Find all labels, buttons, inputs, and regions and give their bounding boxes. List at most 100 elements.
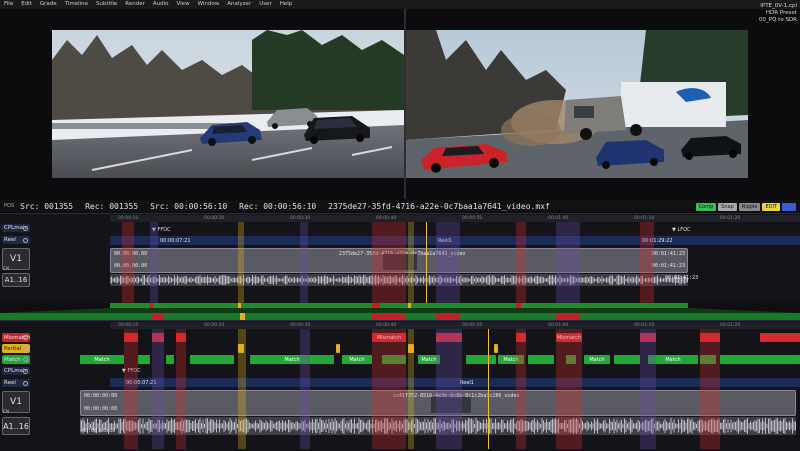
status-segment[interactable]: Match	[80, 355, 124, 364]
status-segment[interactable]	[720, 355, 800, 364]
match-toggle-icon[interactable]	[23, 357, 28, 362]
language-tag: EN	[3, 267, 10, 272]
menu-help[interactable]: Help	[276, 0, 297, 9]
status-overlay	[516, 222, 526, 304]
status-overlay	[124, 329, 138, 449]
menu-user[interactable]: User	[255, 0, 276, 9]
track-label-reel[interactable]: Reel	[2, 236, 30, 244]
status-overlay	[300, 329, 310, 449]
record-clip-tc-start-2: 00:00:00:00	[84, 406, 118, 412]
status-overlay	[516, 329, 526, 449]
status-segment[interactable]	[494, 344, 498, 353]
blue-mode-button[interactable]	[782, 203, 796, 211]
reel-rec-toggle-icon[interactable]	[23, 380, 28, 386]
lfoc-marker[interactable]: ▼ LFOC	[672, 227, 691, 233]
source-timeline[interactable]: 00:00:10 00:00:20 00:00:30 00:00:40 00:00:50…	[0, 213, 800, 304]
timecode-info-bar: POS Src: 001355 Rec: 001355 Src: 00:00:5…	[0, 200, 800, 212]
edit-button[interactable]: EDIT	[762, 203, 780, 211]
track-label-reel-rec[interactable]: Reel	[2, 379, 30, 387]
status-segment[interactable]: Match	[584, 355, 610, 364]
record-timeline-ruler[interactable]: 00:00:10 00:00:20 00:00:30 00:00:40 00:00:50…	[110, 322, 800, 329]
status-overlay	[408, 329, 414, 449]
status-overlay	[152, 329, 164, 449]
source-timeline-ruler[interactable]: 00:00:10 00:00:20 00:00:30 00:00:40 00:00:50…	[110, 215, 800, 222]
mismatch-toggle-icon[interactable]	[23, 335, 28, 340]
bottom-ruler-tick: 00:00:30	[290, 323, 311, 328]
bottom-ruler-tick: 00:00:20	[204, 323, 225, 328]
status-segment[interactable]	[528, 355, 554, 364]
status-segment[interactable]	[760, 333, 800, 342]
status-segment[interactable]	[166, 355, 174, 364]
timeline-comparison-map[interactable]	[0, 303, 800, 320]
top-ruler-tick: 00:01:00	[548, 216, 569, 221]
status-overlay	[436, 222, 460, 304]
record-playhead[interactable]	[488, 329, 489, 449]
status-overlay	[238, 222, 244, 304]
status-overlay	[556, 329, 582, 449]
comparison-map-graphic	[0, 303, 800, 320]
record-frame-image	[406, 30, 748, 178]
menu-timeline[interactable]: Timeline	[61, 0, 92, 9]
menu-window[interactable]: Window	[194, 0, 224, 9]
source-frame-image	[52, 30, 404, 178]
bottom-ruler-tick: 00:01:00	[548, 323, 569, 328]
track-label-mismatch[interactable]: Mismatch	[2, 333, 31, 342]
menu-edit[interactable]: Edit	[17, 0, 36, 9]
hdr-preset-value: 00_PQ to SDR	[759, 17, 797, 23]
status-overlay	[150, 222, 158, 304]
menu-render[interactable]: Render	[121, 0, 149, 9]
source-viewer[interactable]	[52, 30, 404, 178]
track-label-cplmain[interactable]: CPLmain	[2, 224, 30, 232]
reel-toggle-icon[interactable]	[23, 237, 28, 243]
record-audio-tc-start: 00:00:00:00	[82, 428, 116, 434]
source-clip-tc-end: 00:01:41:23	[651, 251, 685, 257]
source-timecode-readout: Src: 00:00:56:10	[150, 201, 228, 211]
menu-audio[interactable]: Audio	[149, 0, 173, 9]
cpl-name: IPTE_0V-1.cpl	[760, 3, 797, 9]
bottom-ruler-tick: 00:01:10	[634, 323, 655, 328]
partial-toggle-icon[interactable]	[23, 346, 28, 351]
comp-button[interactable]: Comp	[695, 203, 717, 211]
record-clip-tc-start: 00:00:00:00	[84, 393, 118, 399]
hdr-preset-label: HDR Preset	[765, 10, 797, 16]
menu-grade[interactable]: Grade	[36, 0, 61, 9]
status-segment[interactable]	[138, 355, 150, 364]
source-tc-in: 00:00:07:21	[160, 238, 191, 244]
status-overlay	[408, 222, 414, 304]
snap-button[interactable]: Snap	[718, 203, 737, 211]
status-segment[interactable]	[614, 355, 640, 364]
language-tag-rec: EN	[3, 410, 10, 415]
project-info: IPTE_0V-1.cpl HDR Preset 00_PQ to SDR	[759, 3, 797, 24]
status-segment[interactable]	[336, 344, 340, 353]
cplmain-rec-toggle-icon[interactable]	[23, 368, 28, 374]
top-ruler-tick: 00:00:30	[290, 216, 311, 221]
status-segment[interactable]: Match	[250, 355, 334, 364]
status-segment[interactable]	[466, 355, 496, 364]
status-overlay	[372, 329, 406, 449]
status-overlay	[556, 222, 580, 304]
menu-file[interactable]: File	[0, 0, 17, 9]
bottom-ruler-tick: 00:00:40	[376, 323, 397, 328]
status-overlay	[372, 222, 406, 304]
status-segment[interactable]	[190, 355, 234, 364]
source-frame-readout: Src: 001355	[20, 201, 74, 211]
cplmain-toggle-icon[interactable]	[23, 225, 28, 231]
track-label-partial[interactable]: Partial	[2, 344, 30, 353]
status-segment[interactable]: Match	[342, 355, 372, 364]
record-timeline[interactable]: 00:00:10 00:00:20 00:00:30 00:00:40 00:00:50…	[0, 320, 800, 451]
ripple-button[interactable]: Ripple	[738, 203, 761, 211]
top-ruler-tick: 00:01:20	[720, 216, 741, 221]
status-overlay	[640, 222, 654, 304]
status-overlay	[176, 329, 186, 449]
source-audio-tc-end: 00:01:41:23	[665, 275, 699, 281]
menu-view[interactable]: View	[173, 0, 194, 9]
track-label-match[interactable]: Match	[2, 355, 30, 364]
track-label-cplmain-rec[interactable]: CPLmain	[2, 367, 30, 375]
menu-analyzer[interactable]: Analyzer	[223, 0, 255, 9]
track-label-audio[interactable]: A1..16	[2, 273, 30, 287]
track-label-audio-rec[interactable]: A1..16	[2, 417, 30, 435]
bottom-ruler-tick: 00:00:10	[118, 323, 139, 328]
record-viewer[interactable]	[406, 30, 748, 178]
menu-subtitle[interactable]: Subtitle	[92, 0, 121, 9]
source-playhead[interactable]	[426, 222, 427, 304]
